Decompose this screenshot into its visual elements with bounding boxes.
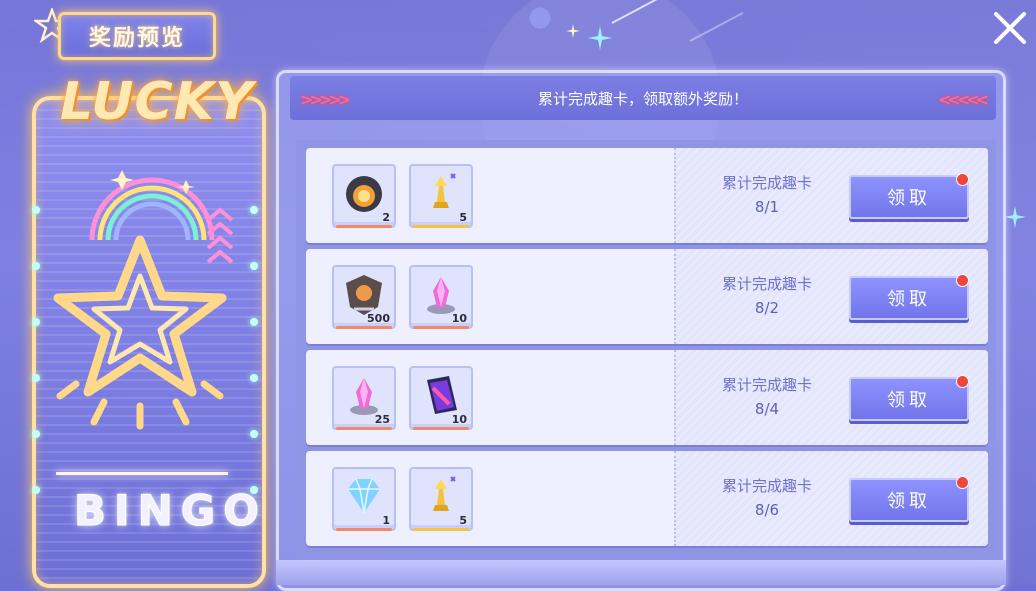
light-dot xyxy=(250,318,258,326)
notification-dot xyxy=(956,375,969,388)
reward-item[interactable]: 5 xyxy=(409,467,473,531)
orb-badge-icon xyxy=(346,176,382,212)
claim-button[interactable]: 领取 xyxy=(849,173,969,219)
reward-row: 1 5 累计完成趣卡 8/6 领取 xyxy=(306,451,988,546)
page-title: 奖励预览 xyxy=(58,12,216,60)
rarity-bar xyxy=(413,225,469,228)
reward-row: 25 10 累计完成趣卡 8/4 领取 xyxy=(306,350,988,445)
light-dot xyxy=(32,262,40,270)
item-count: 10 xyxy=(451,413,467,426)
sparkle-icon xyxy=(588,26,612,50)
rarity-bar xyxy=(413,427,469,430)
rarity-bar xyxy=(336,326,392,329)
bingo-divider xyxy=(56,472,228,475)
rarity-bar xyxy=(336,528,392,531)
claim-button[interactable]: 领取 xyxy=(849,274,969,320)
light-dot xyxy=(32,206,40,214)
item-count: 2 xyxy=(382,211,390,224)
claim-button-label: 领取 xyxy=(887,289,931,310)
rarity-bar xyxy=(413,326,469,329)
claim-button[interactable]: 领取 xyxy=(849,375,969,421)
condition-progress: 8/1 xyxy=(754,198,780,216)
bingo-label: BINGO xyxy=(74,486,267,536)
purple-card-icon xyxy=(427,376,457,414)
panel-bottom-bar xyxy=(276,560,1006,585)
light-dot xyxy=(250,430,258,438)
light-dot xyxy=(32,374,40,382)
golden-trophy-icon xyxy=(433,476,456,511)
condition-progress: 8/4 xyxy=(754,400,780,418)
reward-row: 500 10 累计完成趣卡 8/2 领取 xyxy=(306,249,988,344)
armor-emblem-icon xyxy=(346,275,382,315)
pink-crystal-icon xyxy=(350,378,378,415)
claim-button-label: 领取 xyxy=(887,390,931,411)
notification-dot xyxy=(956,274,969,287)
condition-label: 累计完成趣卡 xyxy=(721,275,812,293)
reward-banner: 累计完成趣卡，领取额外奖励！ xyxy=(290,76,996,120)
item-count: 25 xyxy=(374,413,390,426)
reward-item[interactable]: 25 xyxy=(332,366,396,430)
banner-text: 累计完成趣卡，领取额外奖励！ xyxy=(537,89,748,108)
light-dot xyxy=(32,486,40,494)
neon-star-illustration xyxy=(53,170,234,430)
reward-row: 2 5 累计完成趣卡 8/1 领取 xyxy=(306,148,988,243)
golden-trophy-icon xyxy=(433,173,456,208)
rarity-bar xyxy=(336,225,392,228)
light-dot xyxy=(32,318,40,326)
chevron-left-icon: <<<<< xyxy=(938,90,989,109)
light-dot xyxy=(250,206,258,214)
reward-item[interactable]: 5 xyxy=(409,164,473,228)
item-count: 10 xyxy=(451,312,467,325)
chevron-right-icon: >>>>> xyxy=(300,90,351,109)
pink-crystal-icon xyxy=(427,277,455,314)
reward-item[interactable]: 10 xyxy=(409,366,473,430)
sparkle-icon xyxy=(1004,206,1026,228)
condition-label: 累计完成趣卡 xyxy=(721,376,812,394)
item-count: 500 xyxy=(367,312,390,325)
light-dot xyxy=(250,486,258,494)
light-dot xyxy=(32,430,40,438)
condition-label: 累计完成趣卡 xyxy=(721,174,812,192)
claim-button-label: 领取 xyxy=(887,491,931,512)
item-count: 5 xyxy=(459,211,467,224)
notification-dot xyxy=(956,476,969,489)
claim-button[interactable]: 领取 xyxy=(849,476,969,522)
item-count: 1 xyxy=(382,514,390,527)
reward-item[interactable]: 500 xyxy=(332,265,396,329)
close-icon[interactable] xyxy=(990,8,1030,48)
condition-progress: 8/6 xyxy=(754,501,780,519)
light-dot xyxy=(250,262,258,270)
notification-dot xyxy=(956,173,969,186)
reward-item[interactable]: 1 xyxy=(332,467,396,531)
reward-item[interactable]: 2 xyxy=(332,164,396,228)
rarity-bar xyxy=(336,427,392,430)
condition-progress: 8/2 xyxy=(754,299,780,317)
reward-item[interactable]: 10 xyxy=(409,265,473,329)
condition-label: 累计完成趣卡 xyxy=(721,477,812,495)
diamond-icon xyxy=(348,478,380,514)
rarity-bar xyxy=(413,528,469,531)
sparkle-icon xyxy=(566,24,580,38)
light-dot xyxy=(250,374,258,382)
item-count: 5 xyxy=(459,514,467,527)
claim-button-label: 领取 xyxy=(887,188,931,209)
